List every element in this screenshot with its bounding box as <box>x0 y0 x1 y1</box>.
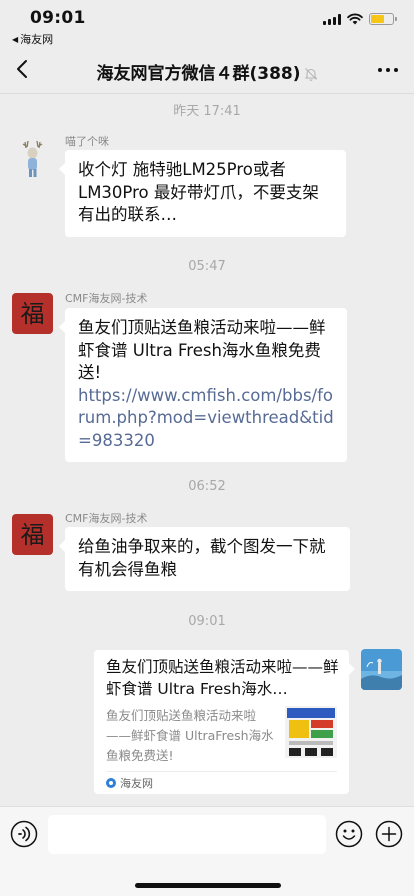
deer-avatar-image <box>12 138 53 179</box>
svg-text:福: 福 <box>21 300 45 328</box>
message-text: 收个灯 施特驰LM25Pro或者LM30Pro 最好带灯爪，不要支架有出的联系… <box>78 160 319 224</box>
timestamp: 06:52 <box>188 479 226 494</box>
avatar-self[interactable] <box>361 649 402 690</box>
sender-name: CMF海友网-技术 <box>65 512 148 525</box>
chat-title: 海友网官方微信４群(388) <box>0 59 414 84</box>
card-thumbnail <box>285 706 337 758</box>
status-time: 09:01 <box>30 8 86 28</box>
status-icons <box>323 13 397 25</box>
timestamp: 05:47 <box>188 259 226 274</box>
message-link[interactable]: https://www.cmfish.com/bbs/forum.php?mod… <box>78 385 335 453</box>
plus-icon[interactable] <box>375 820 403 848</box>
emoji-icon[interactable] <box>335 820 363 848</box>
message-bubble[interactable]: 鱼友们顶贴送鱼粮活动来啦——鲜虾食谱 Ultra Fresh海水鱼粮免费送! h… <box>59 308 347 462</box>
signal-icon <box>323 13 341 25</box>
chat-header: 海友网官方微信４群(388) <box>0 46 414 94</box>
battery-icon <box>369 13 397 25</box>
back-to-app-link[interactable]: ◀ 海友网 <box>12 31 53 47</box>
voice-icon[interactable] <box>10 820 38 848</box>
card-source: 海友网 <box>106 775 153 791</box>
message-text: 鱼友们顶贴送鱼粮活动来啦——鲜虾食谱 Ultra Fresh海水鱼粮免费送! <box>78 318 326 382</box>
fu-avatar-image: 福 <box>12 514 53 555</box>
message-bubble[interactable]: 收个灯 施特驰LM25Pro或者LM30Pro 最好带灯爪，不要支架有出的联系… <box>59 150 346 237</box>
avatar-deer[interactable] <box>12 138 53 179</box>
more-icon[interactable] <box>378 68 398 72</box>
mute-icon <box>304 68 317 81</box>
back-app-label: 海友网 <box>20 33 54 46</box>
link-card[interactable]: 鱼友们顶贴送鱼粮活动来啦——鲜虾食谱 Ultra Fresh海水… 鱼友们顶贴送… <box>94 650 355 794</box>
timestamp: 昨天 17:41 <box>173 104 241 119</box>
sender-name: 喵了个咪 <box>65 135 109 148</box>
status-bar: 09:01 ◀ 海友网 <box>0 0 414 46</box>
message-input[interactable] <box>48 815 326 854</box>
sender-name: CMF海友网-技术 <box>65 292 148 305</box>
source-icon <box>106 778 116 788</box>
card-divider <box>106 771 337 772</box>
message-text: 给鱼油争取来的，截个图发一下就有机会得鱼粮 <box>78 537 326 579</box>
self-avatar-image <box>361 649 402 690</box>
avatar-fu[interactable]: 福 <box>12 293 53 334</box>
chat-title-text: 海友网官方微信４群(388) <box>96 64 301 84</box>
back-triangle-icon: ◀ <box>12 34 19 44</box>
message-bubble[interactable]: 给鱼油争取来的，截个图发一下就有机会得鱼粮 <box>59 527 350 591</box>
fu-avatar-image: 福 <box>12 293 53 334</box>
card-source-label: 海友网 <box>120 777 153 790</box>
home-indicator[interactable] <box>135 883 281 888</box>
wifi-icon <box>347 13 363 25</box>
avatar-fu[interactable]: 福 <box>12 514 53 555</box>
card-description: 鱼友们顶贴送鱼粮活动来啦——鲜虾食谱 UltraFresh海水鱼粮免费送! <box>106 708 274 763</box>
svg-text:福: 福 <box>21 521 45 549</box>
timestamp: 09:01 <box>188 614 226 629</box>
card-title: 鱼友们顶贴送鱼粮活动来啦——鲜虾食谱 Ultra Fresh海水… <box>106 658 339 698</box>
